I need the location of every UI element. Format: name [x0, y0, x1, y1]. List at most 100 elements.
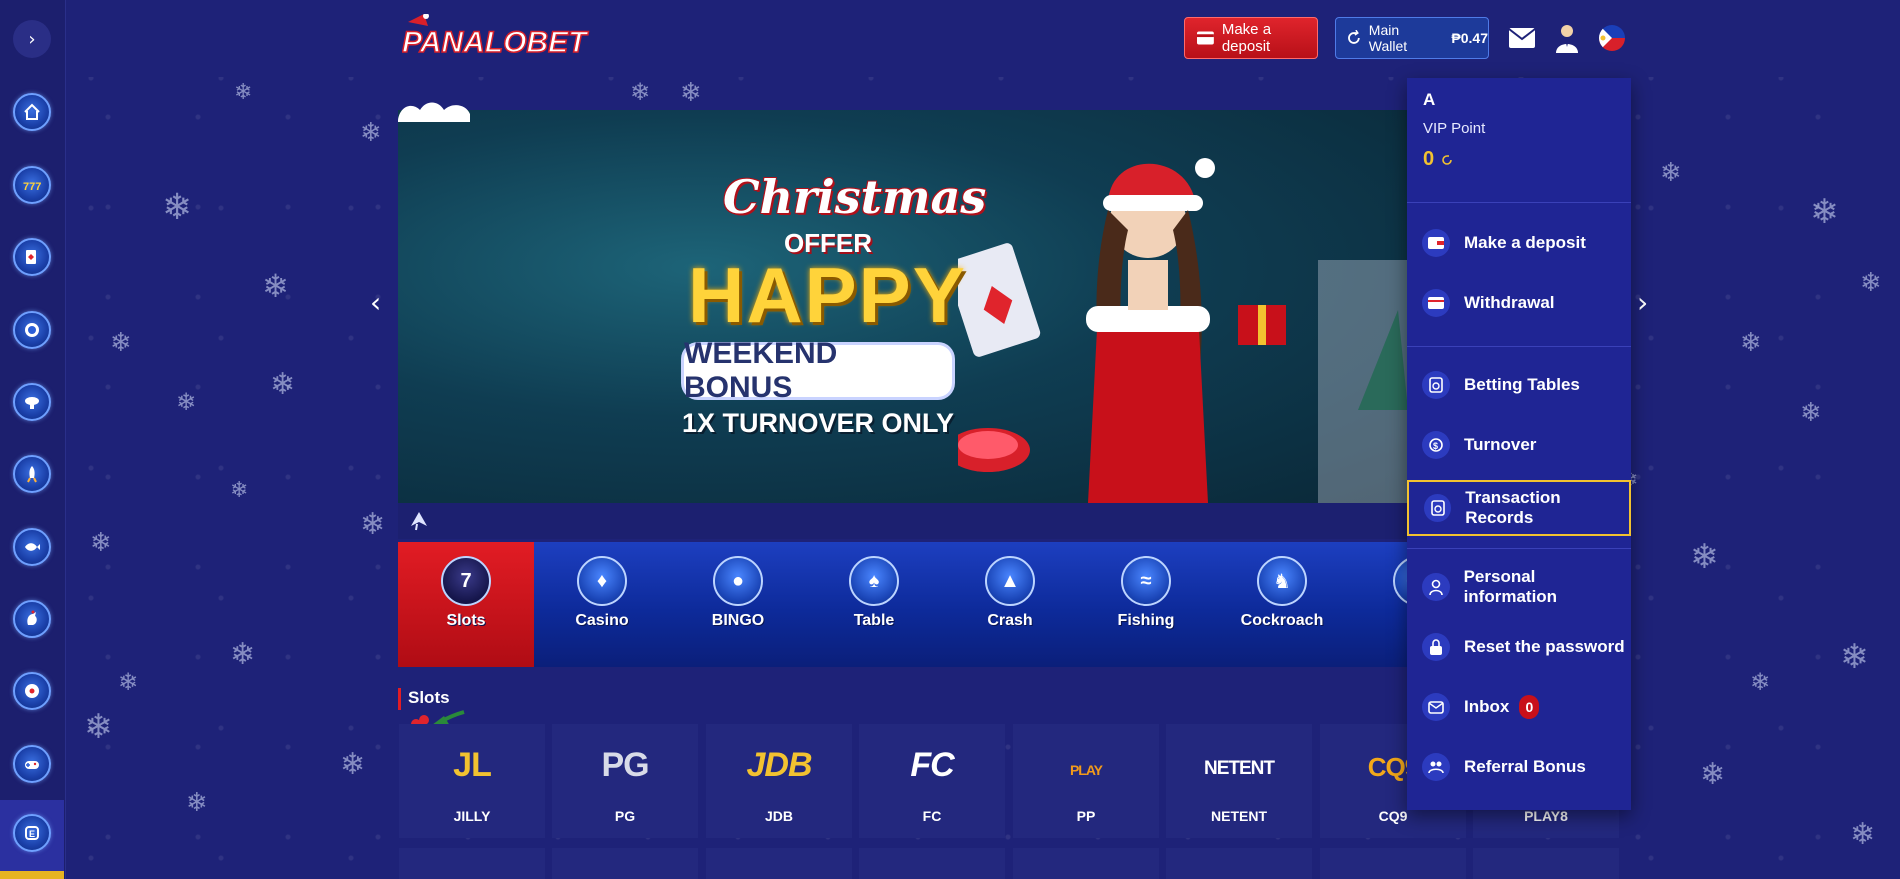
svg-text:E: E: [29, 829, 35, 839]
sidebar-item-fishing[interactable]: [13, 528, 51, 566]
provider-name: PLAY8: [1524, 808, 1568, 824]
category-crash[interactable]: ▲ Crash: [942, 542, 1078, 667]
sidebar-item-cockfight[interactable]: [13, 600, 51, 638]
category-sports[interactable]: ⚽ Sp: [1350, 542, 1408, 667]
casino-cards-icon: [26, 250, 36, 264]
sports-ball-icon: [25, 684, 39, 698]
menu-item-referral-bonus[interactable]: Referral Bonus: [1407, 742, 1631, 792]
provider-name: JILLY: [453, 808, 491, 824]
esports-icon: E: [25, 826, 39, 840]
banner-happy-text: HAPPY: [688, 251, 967, 339]
promo-banner[interactable]: Christmas OFFER HAPPY WEEKEND BONUS 1X T…: [398, 110, 1408, 503]
provider-logo: JDB: [746, 746, 812, 784]
sidebar-item-bingo[interactable]: [13, 311, 51, 349]
menu-item-label: Personal information: [1463, 567, 1558, 606]
user-profile-icon[interactable]: [1551, 22, 1583, 54]
category-table[interactable]: ♠ Table: [806, 542, 942, 667]
menu-item-betting-tables[interactable]: Betting Tables: [1407, 360, 1631, 410]
sidebar-item-sports[interactable]: [13, 672, 51, 710]
dropdown-divider: [1407, 202, 1631, 203]
menu-item-turnover[interactable]: $ Turnover: [1407, 420, 1631, 470]
category-fishing[interactable]: ≈ Fishing: [1078, 542, 1214, 667]
make-deposit-label: Make a deposit: [1221, 21, 1272, 55]
provider-logo: JL: [453, 746, 492, 784]
sidebar-item-esports[interactable]: E: [13, 814, 51, 852]
provider-logo: FC: [910, 746, 954, 784]
sidebar-item-casino[interactable]: [13, 238, 51, 276]
menu-item-transaction-records[interactable]: Transaction Records: [1407, 480, 1631, 536]
sidebar-item-crash[interactable]: [13, 455, 51, 493]
announcement-megaphone-icon: [411, 512, 427, 531]
rooster-icon: [27, 610, 37, 625]
home-icon: [24, 103, 40, 120]
sidebar-item-games[interactable]: [13, 745, 51, 783]
user-dropdown-menu: A VIP Point 0 Make a deposit Withdrawal …: [1407, 78, 1631, 810]
mail-icon[interactable]: [1506, 22, 1538, 54]
category-bingo[interactable]: ● BINGO: [670, 542, 806, 667]
main-wallet-label: Main Wallet: [1368, 22, 1408, 54]
vip-point-value: 0: [1423, 148, 1435, 170]
philippines-flag-icon[interactable]: [1596, 22, 1628, 54]
left-sidebar: › 777 E: [0, 0, 66, 879]
provider-card[interactable]: [1166, 848, 1312, 879]
banner-next-arrow-icon[interactable]: ›: [1637, 286, 1648, 319]
provider-card[interactable]: [399, 848, 545, 879]
banner-turnover-text: 1X TURNOVER ONLY: [681, 408, 955, 438]
provider-card[interactable]: [1320, 848, 1466, 879]
table-icon: [25, 397, 39, 409]
provider-card-jdb[interactable]: JDB JDB: [706, 724, 852, 838]
menu-item-withdrawal[interactable]: Withdrawal: [1407, 278, 1631, 328]
menu-item-personal-information[interactable]: Personal information: [1407, 562, 1631, 612]
banner-illustration: [958, 158, 1408, 503]
main-wallet-button[interactable]: Main Wallet ₱0.47: [1335, 17, 1489, 59]
menu-item-label: Reset the password: [1464, 637, 1625, 656]
provider-logo: PLAY: [1069, 762, 1103, 778]
provider-logo: PG: [601, 746, 649, 784]
bingo-icon: ●: [713, 556, 763, 606]
snow-cap-decoration: [398, 102, 470, 122]
make-deposit-button[interactable]: Make a deposit: [1184, 17, 1318, 59]
table-icon: ♠: [849, 556, 899, 606]
sidebar-item-table[interactable]: [13, 383, 51, 421]
cockroach-icon: ♞: [1257, 556, 1307, 606]
category-casino[interactable]: ♦ Casino: [534, 542, 670, 667]
provider-card[interactable]: [1013, 848, 1159, 879]
banner-weekend-bonus: WEEKEND BONUS: [684, 337, 952, 404]
sidebar-item-slots[interactable]: 777: [13, 166, 51, 204]
sidebar-item-esports-active[interactable]: E: [0, 800, 64, 879]
menu-item-label: Referral Bonus: [1464, 757, 1586, 776]
panalobet-logo[interactable]: PANALOBET: [402, 14, 602, 62]
menu-item-inbox[interactable]: Inbox 0: [1407, 682, 1631, 732]
provider-card-jilly[interactable]: JL JILLY: [399, 724, 545, 838]
sidebar-item-home[interactable]: [13, 93, 51, 131]
slots-icon: 7: [441, 556, 491, 606]
provider-card-fc[interactable]: FC FC: [859, 724, 1005, 838]
category-slots[interactable]: 7 Slots: [398, 542, 534, 667]
provider-card[interactable]: [552, 848, 698, 879]
menu-item-make-deposit[interactable]: Make a deposit: [1407, 218, 1631, 268]
category-cockroach[interactable]: ♞ Cockroach: [1214, 542, 1350, 667]
menu-item-reset-password[interactable]: Reset the password: [1407, 622, 1631, 672]
refresh-icon[interactable]: [1346, 30, 1362, 46]
menu-item-label: Inbox: [1464, 697, 1510, 716]
bingo-icon: [25, 323, 39, 337]
dropdown-divider: [1407, 346, 1631, 347]
provider-card-pg[interactable]: PG PG: [552, 724, 698, 838]
provider-card-netent[interactable]: NETENT NETENT: [1166, 724, 1312, 838]
fishing-icon: ≈: [1121, 556, 1171, 606]
slots-section-title: Slots: [398, 688, 450, 710]
rocket-icon: [27, 466, 37, 483]
provider-name: FC: [922, 808, 942, 824]
casino-icon: ♦: [577, 556, 627, 606]
provider-name: PP: [1076, 808, 1096, 824]
provider-card-pp[interactable]: PLAY PP: [1013, 724, 1159, 838]
refresh-icon[interactable]: [1440, 153, 1454, 167]
provider-card[interactable]: [1473, 848, 1619, 879]
slots-777-icon: 777: [23, 181, 41, 193]
provider-card[interactable]: [859, 848, 1005, 879]
vip-point-value-row: 0: [1423, 148, 1454, 171]
provider-card[interactable]: [706, 848, 852, 879]
announcement-marquee[interactable]: [398, 503, 1408, 539]
sidebar-expand-chevron-icon[interactable]: ›: [13, 20, 51, 58]
banner-prev-arrow-icon[interactable]: ‹: [370, 286, 381, 319]
